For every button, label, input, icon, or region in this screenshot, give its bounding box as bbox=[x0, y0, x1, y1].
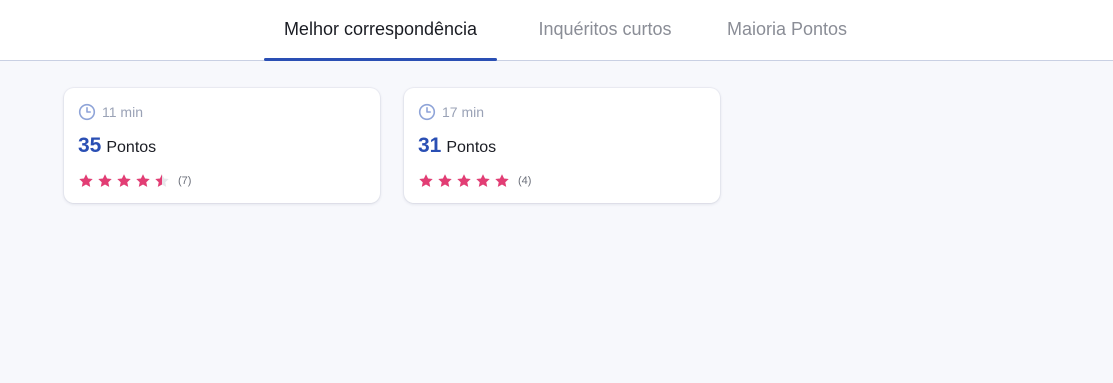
points-label: Pontos bbox=[446, 139, 497, 156]
survey-duration: 17 min bbox=[418, 102, 484, 122]
star-icon bbox=[117, 174, 131, 187]
star-icon bbox=[136, 174, 150, 187]
survey-sort-tabs: Melhor correspondência Inquéritos curtos… bbox=[0, 0, 1113, 61]
points-label: Pontos bbox=[106, 139, 157, 156]
survey-points: 31 Pontos bbox=[418, 134, 496, 158]
survey-duration-text: 17 min bbox=[442, 104, 485, 120]
survey-points: 35 Pontos bbox=[78, 134, 156, 158]
tab-most-points[interactable]: Maioria Pontos bbox=[712, 0, 862, 60]
clock-icon bbox=[78, 103, 96, 121]
survey-duration: 11 min bbox=[78, 102, 143, 122]
star-icon bbox=[79, 174, 93, 187]
rating-stars bbox=[418, 173, 513, 189]
star-rating: (7) bbox=[78, 173, 191, 189]
rating-count: (7) bbox=[178, 175, 192, 187]
tab-best-match[interactable]: Melhor correspondência bbox=[264, 0, 497, 61]
clock-icon bbox=[418, 103, 436, 121]
survey-card[interactable]: 17 min 31 Pontos (4) bbox=[404, 88, 720, 203]
rating-count: (4) bbox=[518, 175, 532, 187]
star-icon bbox=[419, 174, 433, 187]
star-icon bbox=[155, 174, 169, 187]
star-icon bbox=[438, 174, 452, 187]
star-icon bbox=[457, 174, 471, 187]
survey-duration-text: 11 min bbox=[102, 104, 143, 120]
star-icon bbox=[98, 174, 112, 187]
points-value: 31 bbox=[418, 134, 442, 157]
rating-stars bbox=[78, 173, 173, 189]
star-rating: (4) bbox=[418, 173, 531, 189]
tab-short-surveys[interactable]: Inquéritos curtos bbox=[520, 0, 690, 60]
points-value: 35 bbox=[78, 134, 102, 157]
star-icon bbox=[495, 174, 509, 187]
survey-card[interactable]: 11 min 35 Pontos (7) bbox=[64, 88, 380, 203]
star-icon bbox=[476, 174, 490, 187]
